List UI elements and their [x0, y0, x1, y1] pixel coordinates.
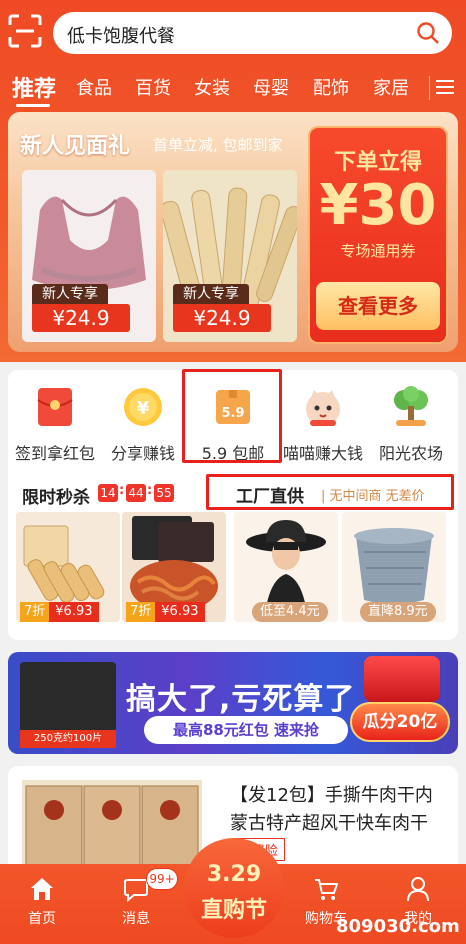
countdown-minutes: 44: [126, 484, 146, 502]
quick-link-share-earn[interactable]: ¥ 分享赚钱: [98, 380, 188, 463]
category-tabs: 推荐 食品 百货 女装 母婴 配饰 家居: [0, 68, 466, 108]
quick-link-label: 喵喵赚大钱: [282, 444, 363, 463]
message-count-badge: 99+: [146, 868, 178, 890]
nav-home[interactable]: 首页: [2, 874, 82, 934]
menu-icon[interactable]: [436, 76, 454, 98]
view-more-button[interactable]: 查看更多: [316, 282, 440, 330]
price-drop-tag: 低至4.4元: [252, 602, 328, 622]
factory-item[interactable]: 直降8.9元: [342, 512, 446, 622]
beef-jerky-package-image: [22, 780, 202, 876]
discount-price: ¥6.93: [155, 602, 205, 622]
promo-banner[interactable]: 250克约100片 搞大了,亏死算了 最高88元红包 速来抢 瓜分20亿: [8, 652, 458, 754]
active-tab-underline: [16, 104, 50, 107]
discount-price: ¥6.93: [49, 602, 99, 622]
search-bar[interactable]: 低卡饱腹代餐: [53, 12, 452, 54]
countdown-colon: :: [147, 483, 153, 498]
tab-food[interactable]: 食品: [76, 74, 112, 100]
coupon-scope: 专场通用券: [340, 242, 416, 260]
promo-product-card[interactable]: 新人专享 ¥24.9: [22, 170, 156, 342]
gift-box-icon: [364, 656, 440, 702]
quick-link-sign-in-red-packet[interactable]: 签到拿红包: [10, 380, 100, 463]
user-icon: [407, 877, 429, 902]
discount-rate: 7折: [20, 602, 50, 622]
discount-rate: 7折: [126, 602, 156, 622]
countdown-hours: 14: [98, 484, 118, 502]
yen-coin-icon: ¥: [124, 388, 162, 426]
coupon-headline: 下单立得: [333, 150, 422, 175]
search-input[interactable]: 低卡饱腹代餐: [67, 22, 175, 48]
message-icon: [124, 879, 148, 902]
flash-sale-item[interactable]: 7折 ¥6.93: [122, 512, 226, 622]
grab-red-packet-button[interactable]: 最高88元红包 速来抢: [144, 716, 348, 744]
coupon-card[interactable]: 下单立得 ¥30 专场通用券 查看更多: [308, 126, 448, 344]
tab-home[interactable]: 家居: [373, 74, 409, 100]
flash-sale-item[interactable]: 7折 ¥6.93: [16, 512, 120, 622]
search-icon[interactable]: [416, 21, 440, 45]
factory-item[interactable]: 低至4.4元: [234, 512, 338, 622]
red-envelope-icon: [37, 388, 73, 426]
countdown-seconds: 55: [154, 484, 174, 502]
quick-link-cat-earn[interactable]: 喵喵赚大钱: [278, 380, 368, 463]
cart-icon: [315, 879, 338, 900]
tree-icon: [394, 386, 428, 426]
tab-accessories[interactable]: 配饰: [313, 74, 349, 100]
price-drop-tag: 直降8.9元: [360, 602, 436, 622]
pack-label: 250克约100片: [20, 730, 116, 748]
promo-subtitle: 首单立减, 包邮到家: [153, 136, 283, 154]
lucky-cat-icon: [306, 390, 340, 426]
festival-date: 3.29: [206, 862, 262, 887]
discount-tag: 7折 ¥6.93: [126, 602, 205, 622]
feed-item-title: 【发12包】手撕牛肉干内蒙古特产超风干快车肉干: [230, 785, 433, 834]
tab-divider: [429, 76, 430, 100]
countdown-colon: :: [119, 483, 125, 498]
tab-general-goods[interactable]: 百货: [135, 74, 171, 100]
feature-panel: 签到拿红包 ¥ 分享赚钱 5.9 5.9 包邮 喵喵赚大钱 阳光农场 限时秒杀 …: [8, 369, 458, 640]
home-icon: [31, 878, 53, 900]
promo-product-card[interactable]: 新人专享 ¥24.9: [163, 170, 297, 342]
discount-tag: 7折 ¥6.93: [20, 602, 99, 622]
highlight-box-free-shipping: [182, 369, 282, 463]
new-user-tag: 新人专享: [32, 284, 108, 304]
nav-label: 首页: [28, 911, 56, 927]
tab-recommend[interactable]: 推荐: [12, 71, 56, 103]
share-billion-badge: 瓜分20亿: [350, 702, 450, 742]
new-user-tag: 新人专享: [173, 284, 249, 304]
flash-sale-title[interactable]: 限时秒杀: [22, 483, 90, 508]
product-price: ¥24.9: [173, 304, 271, 332]
product-price: ¥24.9: [32, 304, 130, 332]
banner-title: 搞大了,亏死算了: [126, 682, 356, 717]
quick-link-sunshine-farm[interactable]: 阳光农场: [366, 380, 456, 463]
svg-text:¥: ¥: [137, 398, 150, 419]
tab-baby[interactable]: 母婴: [253, 74, 289, 100]
promo-title: 新人见面礼: [20, 134, 131, 159]
quick-link-label: 阳光农场: [378, 444, 443, 463]
jerky-pack-image: 250克约100片: [20, 662, 116, 748]
scan-icon[interactable]: [8, 14, 42, 48]
festival-name: 直购节: [200, 898, 267, 923]
coupon-amount: ¥30: [319, 173, 437, 238]
site-watermark: 809030.com: [336, 916, 460, 937]
tab-womens-wear[interactable]: 女装: [194, 74, 230, 100]
shopping-festival-button[interactable]: 3.29 直购节: [184, 838, 284, 938]
nav-label: 消息: [122, 911, 150, 927]
highlight-box-factory-direct: [206, 474, 454, 510]
quick-link-label: 签到拿红包: [14, 444, 95, 463]
quick-link-label: 分享赚钱: [110, 444, 175, 463]
new-user-promo: 新人见面礼 首单立减, 包邮到家 新人专享 ¥24.9 新人专享 ¥24.9 下…: [8, 112, 458, 352]
